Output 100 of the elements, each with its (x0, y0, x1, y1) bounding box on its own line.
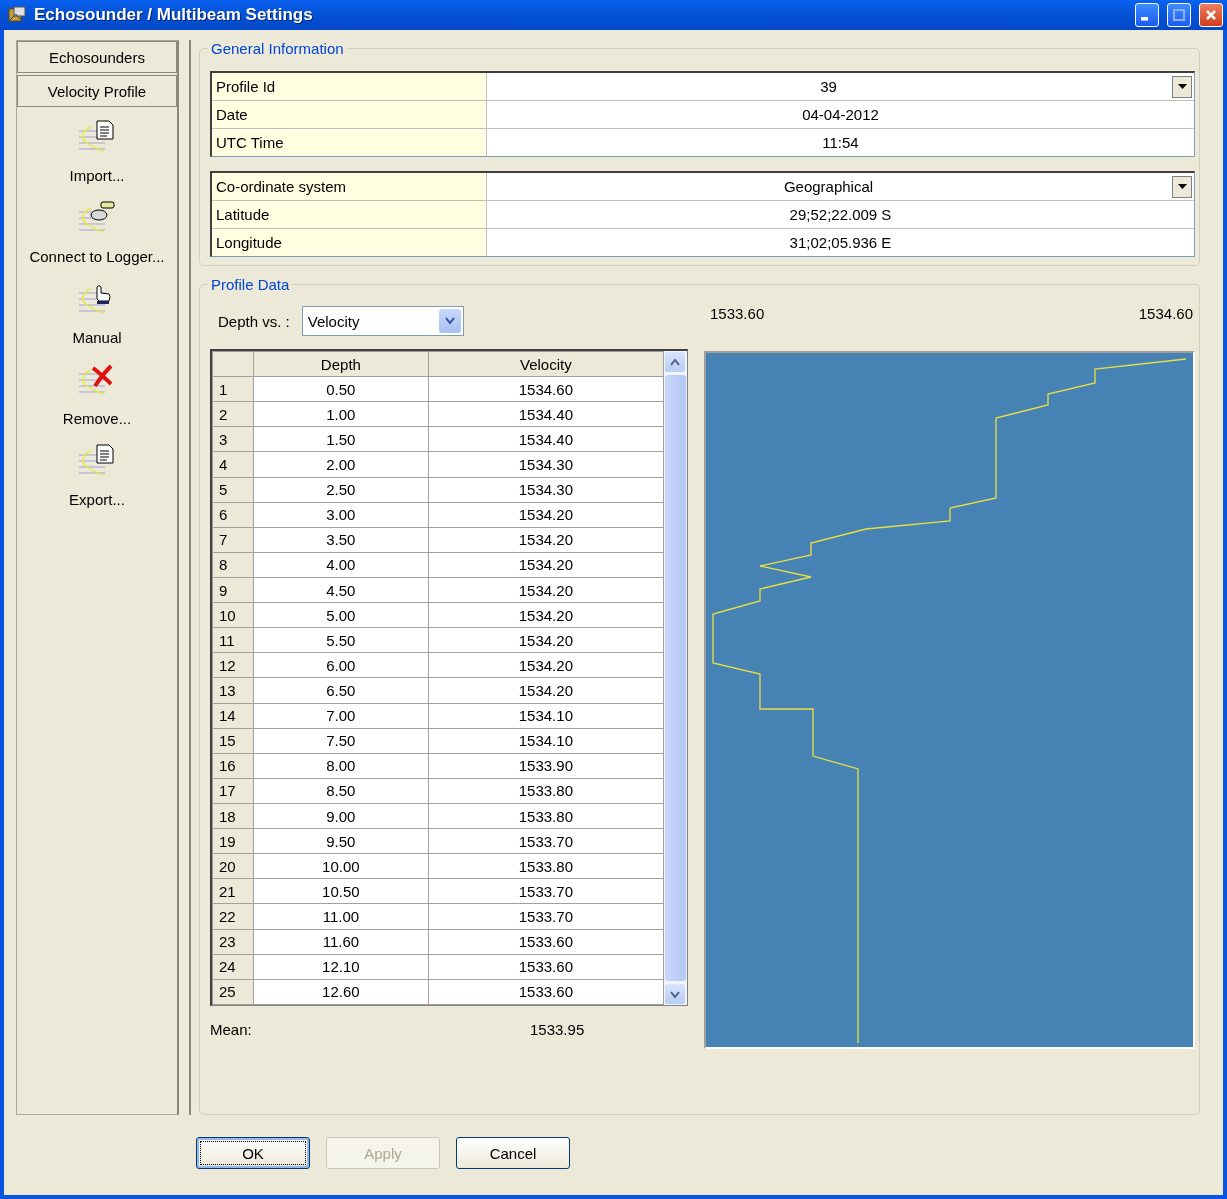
property-label: Co-ordinate system (212, 173, 487, 200)
table-cell: 0.50 (253, 376, 429, 402)
table-cell: 11.60 (253, 929, 429, 955)
row-number: 11 (212, 627, 254, 653)
row-number: 25 (212, 979, 254, 1005)
app-icon (8, 6, 26, 24)
sidebar-action[interactable]: Connect to Logger... (29, 198, 165, 265)
sidebar-action[interactable]: Import... (69, 117, 125, 184)
property-label: Date (212, 101, 487, 128)
table-cell: 1533.80 (428, 853, 664, 879)
table-cell: 1534.40 (428, 426, 664, 452)
window-title: Echosounder / Multibeam Settings (34, 5, 314, 25)
table-cell: 9.00 (253, 803, 429, 829)
property-label: Longitude (212, 229, 487, 256)
scroll-down-icon[interactable] (670, 990, 680, 998)
table-cell: 1534.20 (428, 627, 664, 653)
row-number: 23 (212, 929, 254, 955)
sidebar-section[interactable]: Echosounders (17, 41, 177, 73)
table-cell: 1534.10 (428, 728, 664, 754)
dropdown-field[interactable]: Geographical (487, 173, 1194, 200)
property-value: 04-04-2012 (801, 105, 880, 125)
sidebar-section[interactable]: Velocity Profile (17, 75, 177, 107)
table-cell: 7.50 (253, 728, 429, 754)
dropdown-field[interactable]: Velocity (301, 306, 464, 336)
table-cell: 6.50 (253, 677, 429, 704)
table-cell: 6.00 (253, 652, 429, 678)
table-cell: 1533.70 (428, 878, 664, 904)
table-cell: 5.00 (253, 602, 429, 628)
table-cell: 2.50 (253, 477, 429, 503)
scroll-thumb[interactable] (665, 375, 686, 981)
property-value: 11:54 (821, 133, 860, 153)
close-button[interactable] (1199, 3, 1223, 27)
table-cell: 10.00 (253, 853, 429, 879)
row-number: 17 (212, 778, 254, 804)
table-cell: 1533.70 (428, 828, 664, 854)
dropdown-arrow-icon[interactable] (1177, 84, 1187, 90)
row-number: 15 (212, 728, 254, 754)
table-cell: 12.60 (253, 979, 429, 1005)
table-cell: 11.00 (253, 903, 429, 929)
table-cell: 1533.80 (428, 803, 664, 829)
row-number: 14 (212, 703, 254, 729)
table-cell: 9.50 (253, 828, 429, 854)
sidebar-action[interactable]: Export... (69, 441, 125, 508)
group-title: Profile Data (208, 276, 293, 293)
chevron-down-icon (444, 317, 455, 325)
table-cell: 1534.20 (428, 502, 664, 528)
sidebar-action[interactable]: Manual (72, 279, 122, 346)
row-number: 12 (212, 652, 254, 678)
row-number: 24 (212, 954, 254, 980)
row-number: 20 (212, 853, 254, 879)
row-number: 5 (212, 477, 254, 503)
property-value: 29;52;22.009 S (788, 205, 893, 225)
property-label: UTC Time (212, 129, 487, 156)
axis-max-label: 1534.60 (1138, 305, 1193, 322)
table-cell: 1534.20 (428, 577, 664, 603)
dialog-button[interactable]: OK (196, 1137, 310, 1169)
sidebar-action[interactable]: Remove... (62, 360, 132, 427)
row-number: 22 (212, 903, 254, 929)
table-cell: 1533.60 (428, 929, 664, 955)
dropdown-arrow-icon[interactable] (1177, 184, 1187, 190)
property-value: Geographical (782, 177, 875, 197)
row-number: 13 (212, 677, 254, 704)
maximize-icon (1172, 8, 1186, 22)
table-cell: 1534.30 (428, 451, 664, 478)
scroll-up-icon[interactable] (670, 358, 680, 366)
table-cell: 1534.10 (428, 703, 664, 729)
table-cell: 1533.80 (428, 778, 664, 804)
row-number: 16 (212, 753, 254, 779)
minimize-button[interactable] (1135, 3, 1159, 27)
row-number: 19 (212, 828, 254, 854)
table-cell: 1534.20 (428, 527, 664, 553)
property-value: 39 (819, 77, 838, 97)
row-number: 9 (212, 577, 254, 603)
table-cell: 10.50 (253, 878, 429, 904)
table-cell: 1534.20 (428, 652, 664, 678)
table-cell: 5.50 (253, 627, 429, 653)
row-number: 18 (212, 803, 254, 829)
table-cell: 1533.60 (428, 979, 664, 1005)
row-number: 21 (212, 878, 254, 904)
dialog-button[interactable]: Cancel (456, 1137, 570, 1169)
field-label: Depth vs. : (218, 312, 290, 330)
table-cell: 8.50 (253, 778, 429, 804)
property-label: Latitude (212, 201, 487, 228)
maximize-button[interactable] (1167, 3, 1191, 27)
table-cell: 1534.20 (428, 677, 664, 704)
row-number: 2 (212, 401, 254, 427)
mean-label: Mean: (210, 1020, 253, 1038)
table-cell: 3.00 (253, 502, 429, 528)
table-cell: 1534.40 (428, 401, 664, 427)
table-cell: 1534.30 (428, 477, 664, 503)
table-cell: 4.00 (253, 552, 429, 578)
close-icon (1204, 8, 1218, 22)
table-cell: 1534.20 (428, 602, 664, 628)
column-header: Depth (253, 351, 429, 377)
table-cell: 8.00 (253, 753, 429, 779)
table-cell: 1533.70 (428, 903, 664, 929)
dropdown-field[interactable]: 39 (487, 73, 1194, 100)
vertical-scrollbar[interactable] (664, 351, 687, 1005)
row-number: 8 (212, 552, 254, 578)
row-number: 1 (212, 376, 254, 402)
